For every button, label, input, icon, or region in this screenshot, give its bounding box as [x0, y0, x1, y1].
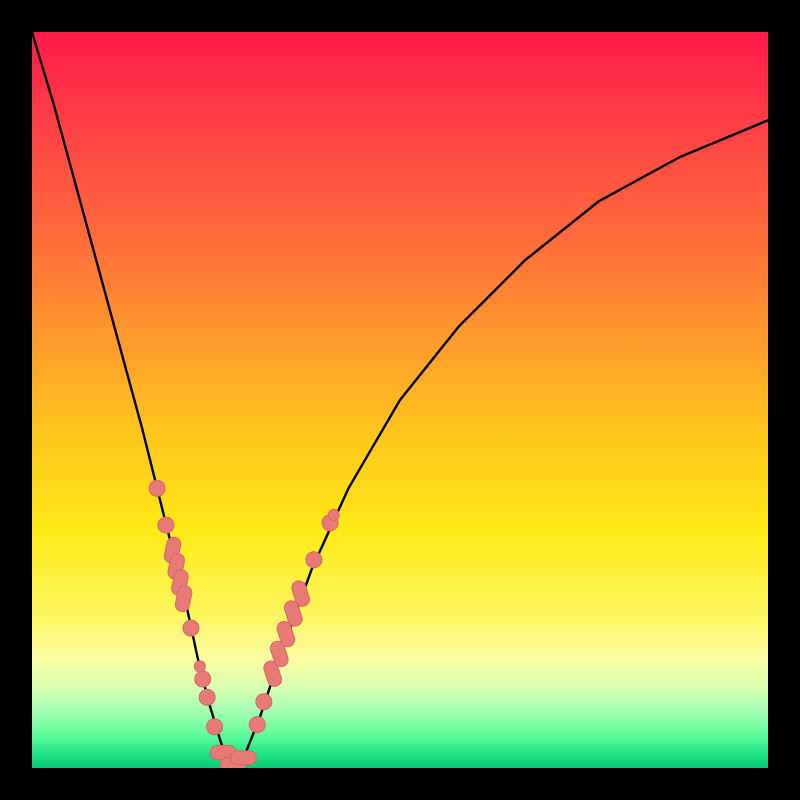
frame-top — [0, 0, 800, 32]
frame-bottom — [0, 768, 800, 800]
curve-marker — [230, 751, 256, 765]
curve-marker — [183, 620, 199, 636]
curve-marker — [256, 694, 272, 710]
curve-marker — [199, 689, 215, 705]
curve-marker — [158, 517, 174, 533]
frame-left — [0, 0, 32, 800]
frame-right — [768, 0, 800, 800]
chart-svg — [32, 32, 768, 768]
bottleneck-curve — [32, 32, 768, 764]
curve-marker — [249, 717, 265, 733]
curve-markers — [149, 480, 339, 768]
curve-marker — [195, 671, 211, 687]
curve-marker — [194, 661, 205, 672]
curve-marker — [207, 719, 223, 735]
plot-area — [32, 32, 768, 768]
curve-marker — [328, 509, 339, 520]
figure-stage: TheBottleneck.com — [0, 0, 800, 800]
curve-marker — [149, 480, 165, 496]
curve-marker — [306, 552, 322, 568]
